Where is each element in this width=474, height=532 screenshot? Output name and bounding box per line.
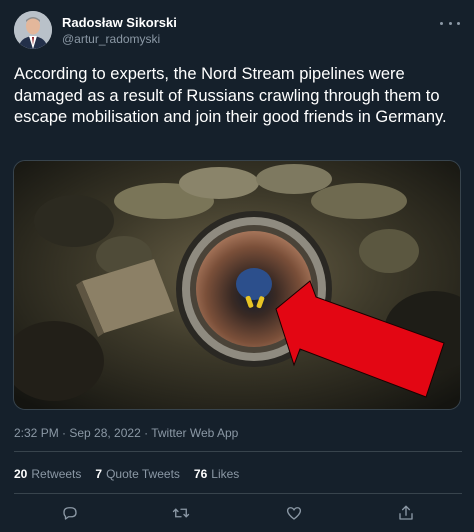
action-bar [0, 500, 474, 526]
like-button[interactable] [281, 500, 307, 526]
retweet-button[interactable] [168, 500, 194, 526]
tweet-media[interactable] [13, 160, 461, 410]
tunnel-photo [14, 161, 460, 409]
likes-stat[interactable]: 76 Likes [194, 467, 239, 481]
divider [14, 451, 462, 452]
retweets-count: 20 [14, 467, 28, 481]
author-display-name[interactable]: Radosław Sikorski [62, 14, 177, 31]
retweets-label: Retweets [31, 467, 82, 481]
quotes-stat[interactable]: 7 Quote Tweets [95, 467, 180, 481]
tweet-header: Radosław Sikorski @artur_radomyski [14, 10, 177, 50]
author-names: Radosław Sikorski @artur_radomyski [62, 14, 177, 47]
tweet-stats: 20 Retweets 7 Quote Tweets 76 Likes [14, 467, 253, 481]
reply-button[interactable] [57, 500, 83, 526]
avatar-image [14, 11, 52, 49]
tweet-text: According to experts, the Nord Stream pi… [14, 65, 447, 126]
avatar[interactable] [14, 11, 52, 49]
divider [14, 493, 462, 494]
more-icon[interactable] [440, 18, 460, 28]
heart-icon [286, 507, 302, 520]
reply-icon [63, 507, 77, 520]
quotes-count: 7 [95, 467, 103, 481]
author-handle[interactable]: @artur_radomyski [62, 31, 177, 47]
quotes-label: Quote Tweets [106, 467, 180, 481]
tweet: Radosław Sikorski @artur_radomyski Accor… [0, 0, 474, 532]
retweets-stat[interactable]: 20 Retweets [14, 467, 81, 481]
likes-label: Likes [211, 467, 240, 481]
share-button[interactable] [393, 500, 419, 526]
share-icon [399, 505, 413, 520]
tweet-meta: 2:32 PM · Sep 28, 2022 · Twitter Web App [14, 426, 239, 440]
likes-count: 76 [193, 467, 208, 481]
retweet-icon [172, 508, 190, 518]
